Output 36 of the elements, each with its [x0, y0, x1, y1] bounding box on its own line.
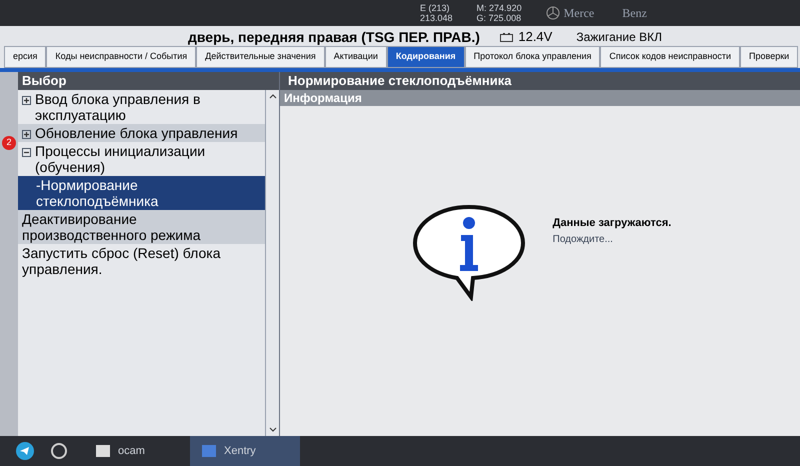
- battery-icon: [500, 32, 514, 42]
- brand-text: Benz: [622, 5, 647, 22]
- tree-item[interactable]: Запустить сброс (Reset) блока управления.: [22, 245, 261, 277]
- content-title: Нормирование стеклоподъёмника: [288, 72, 512, 90]
- tab[interactable]: Коды неисправности / События: [46, 46, 196, 68]
- tab[interactable]: Проверки: [740, 46, 798, 68]
- tab[interactable]: Активации: [324, 46, 387, 68]
- readout-text: M: 274.920: [476, 3, 522, 13]
- tree-item[interactable]: Ввод блока управления в эксплуатацию: [35, 91, 261, 123]
- collapse-icon[interactable]: [22, 148, 31, 157]
- tab[interactable]: ерсия: [4, 46, 46, 68]
- notification-badge: 2: [2, 136, 16, 150]
- tree-item[interactable]: Процессы инициализации (обучения): [35, 143, 261, 175]
- scroll-up-icon[interactable]: [268, 94, 276, 99]
- voltage-text: 12.4V: [518, 28, 552, 46]
- readout-text: 213.048: [420, 13, 453, 23]
- taskbar-item[interactable]: Xentry: [190, 436, 300, 466]
- readout-text: G: 725.008: [476, 13, 522, 23]
- panel-title: Выбор: [22, 72, 66, 90]
- scrollbar[interactable]: [265, 90, 279, 436]
- expand-icon[interactable]: [22, 96, 31, 105]
- brand-text: Merce: [564, 5, 594, 22]
- section-title: Информация: [284, 90, 362, 107]
- star-logo-icon: [546, 6, 560, 20]
- tab[interactable]: Кодирования: [386, 46, 465, 68]
- scroll-down-icon[interactable]: [268, 427, 276, 432]
- tab[interactable]: Протокол блока управления: [464, 46, 600, 68]
- wait-hint: Подождите...: [552, 232, 614, 247]
- readout-text: E (213): [420, 3, 451, 13]
- loading-message: Данные загружаются.: [552, 216, 672, 232]
- taskbar-item[interactable]: ocam: [84, 436, 174, 466]
- window-title: дверь, передняя правая (TSG ПЕР. ПРАВ.): [188, 28, 480, 47]
- tab[interactable]: Список кодов неисправности: [600, 46, 740, 68]
- tab[interactable]: Действительные значения: [196, 46, 325, 68]
- expand-icon[interactable]: [22, 130, 31, 139]
- ignition-text: Зажигание ВКЛ: [576, 29, 662, 46]
